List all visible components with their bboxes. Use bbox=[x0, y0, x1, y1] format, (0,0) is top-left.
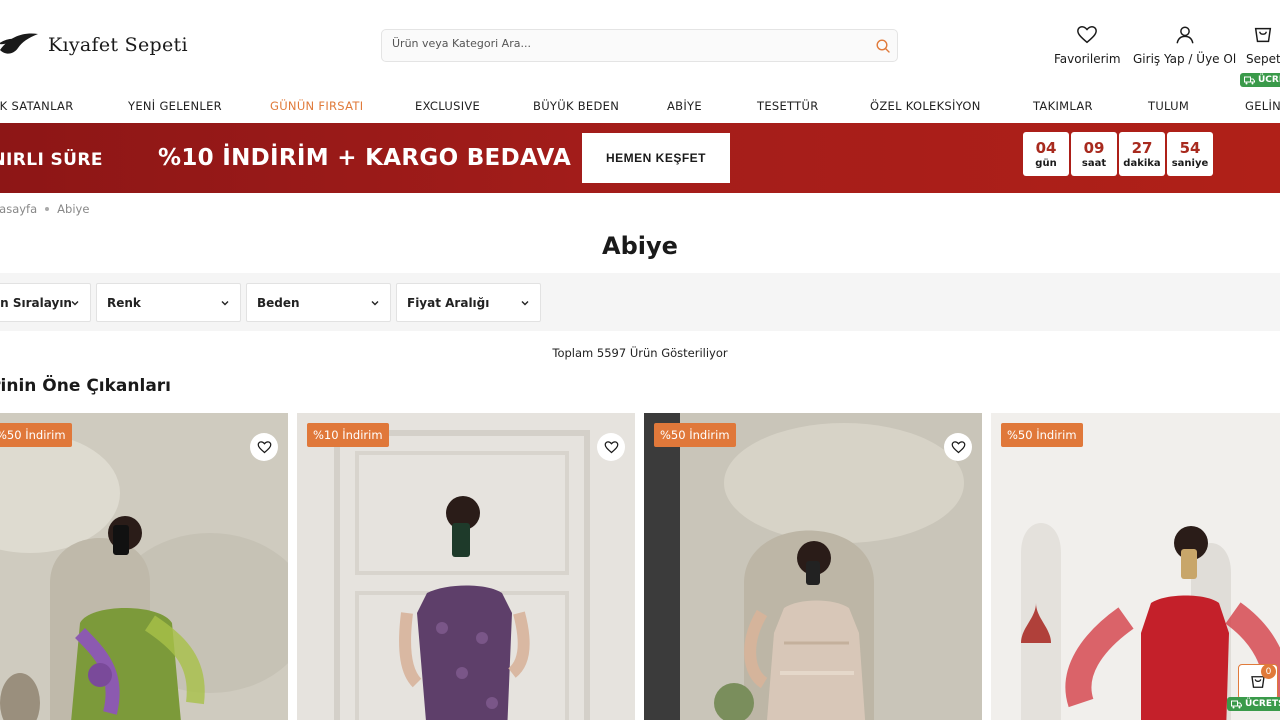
nav-item-jumpsuit[interactable]: TULUM bbox=[1148, 99, 1189, 113]
free-shipping-label: ÜCRETSİZ bbox=[1245, 699, 1280, 709]
product-card[interactable]: %10 İndirim bbox=[297, 413, 635, 720]
product-card[interactable]: %50 İndirim bbox=[644, 413, 982, 720]
brand-name: Kıyafet Sepeti bbox=[48, 34, 188, 56]
free-shipping-badge: ÜCRETSİZ bbox=[1227, 697, 1280, 711]
truck-icon bbox=[1231, 700, 1242, 708]
heart-icon bbox=[1077, 26, 1098, 44]
countdown-unit: saniye bbox=[1171, 157, 1209, 169]
login-label: Giriş Yap / Üye Ol bbox=[1133, 52, 1237, 66]
countdown-unit: dakika bbox=[1123, 157, 1161, 169]
nav-item-plus-size[interactable]: BÜYÜK BEDEN bbox=[533, 99, 619, 113]
nav-item-sets[interactable]: TAKIMLAR bbox=[1033, 99, 1093, 113]
countdown-value: 09 bbox=[1083, 138, 1105, 157]
sort-dropdown[interactable]: Önerilen Sıralayın bbox=[0, 283, 91, 322]
color-filter-label: Renk bbox=[107, 295, 141, 310]
chevron-down-icon bbox=[521, 301, 529, 306]
size-filter-dropdown[interactable]: Beden bbox=[246, 283, 391, 322]
nav-item-deal-of-day[interactable]: GÜNÜN FIRSATI bbox=[270, 99, 363, 113]
floating-cart-button[interactable]: 0 bbox=[1238, 664, 1278, 700]
add-to-favorites-button[interactable] bbox=[250, 433, 278, 461]
countdown-timer: 04 gün 09 saat 27 dakika 54 saniye bbox=[1023, 132, 1213, 176]
product-image bbox=[0, 413, 288, 720]
cart-label: Sepet bbox=[1246, 52, 1280, 66]
chevron-down-icon bbox=[71, 301, 79, 306]
countdown-seconds: 54 saniye bbox=[1167, 132, 1213, 176]
user-icon bbox=[1176, 26, 1194, 44]
main-nav: ÇOK SATANLAR YENİ GELENLER GÜNÜN FIRSATI… bbox=[0, 99, 1280, 113]
price-filter-dropdown[interactable]: Fiyat Aralığı bbox=[396, 283, 541, 322]
nav-item-wedding-dress[interactable]: GELİNLİK bbox=[1245, 99, 1280, 113]
wing-logo-icon bbox=[0, 33, 38, 54]
discount-badge: %50 İndirim bbox=[1001, 423, 1083, 447]
banner-limited-time: SINIRLI SÜRE bbox=[0, 150, 103, 170]
product-card[interactable]: %50 İndirim bbox=[991, 413, 1280, 720]
search-icon[interactable] bbox=[875, 38, 891, 54]
nav-item-modest[interactable]: TESETTÜR bbox=[757, 99, 819, 113]
cart-count-badge: 0 bbox=[1261, 664, 1276, 679]
countdown-minutes: 27 dakika bbox=[1119, 132, 1165, 176]
sort-label: Önerilen Sıralayın bbox=[0, 295, 72, 310]
breadcrumb-home[interactable]: Anasayfa bbox=[0, 202, 37, 216]
color-filter-dropdown[interactable]: Renk bbox=[96, 283, 241, 322]
login-button[interactable]: Giriş Yap / Üye Ol bbox=[1133, 24, 1236, 66]
breadcrumb: Anasayfa Abiye bbox=[0, 202, 89, 216]
heart-icon bbox=[951, 440, 965, 453]
discount-badge: %50 İndirim bbox=[0, 423, 72, 447]
page-title: Abiye bbox=[602, 232, 678, 260]
product-image bbox=[991, 413, 1280, 720]
promo-banner[interactable]: SINIRLI SÜRE %10 İNDİRİM + KARGO BEDAVA … bbox=[0, 123, 1280, 193]
discount-badge: %10 İndirim bbox=[307, 423, 389, 447]
add-to-favorites-button[interactable] bbox=[597, 433, 625, 461]
product-image bbox=[644, 413, 982, 720]
countdown-hours: 09 saat bbox=[1071, 132, 1117, 176]
chevron-down-icon bbox=[221, 301, 229, 306]
nav-item-exclusive[interactable]: EXCLUSIVE bbox=[415, 99, 480, 113]
add-to-favorites-button[interactable] bbox=[944, 433, 972, 461]
nav-item-bestsellers[interactable]: ÇOK SATANLAR bbox=[0, 99, 74, 113]
section-title: Kategorinin Öne Çıkanları bbox=[0, 376, 172, 396]
cart-button[interactable]: Sepet bbox=[1246, 24, 1280, 66]
countdown-value: 27 bbox=[1131, 138, 1153, 157]
discount-badge: %50 İndirim bbox=[654, 423, 736, 447]
size-filter-label: Beden bbox=[257, 295, 300, 310]
filter-bar: Önerilen Sıralayın Renk Beden Fiyat Aral… bbox=[0, 273, 1280, 331]
favorites-label: Favorilerim bbox=[1054, 52, 1121, 66]
product-card[interactable]: %50 İndirim bbox=[0, 413, 288, 720]
free-shipping-badge: ÜCRE bbox=[1240, 73, 1280, 87]
nav-item-new-arrivals[interactable]: YENİ GELENLER bbox=[128, 99, 222, 113]
breadcrumb-separator bbox=[45, 207, 50, 211]
free-shipping-label: ÜCRE bbox=[1258, 75, 1280, 85]
search-box[interactable] bbox=[381, 29, 898, 62]
explore-now-button[interactable]: HEMEN KEŞFET bbox=[582, 133, 730, 183]
countdown-value: 04 bbox=[1035, 138, 1057, 157]
price-filter-label: Fiyat Aralığı bbox=[407, 295, 490, 310]
countdown-unit: gün bbox=[1035, 157, 1057, 169]
chevron-down-icon bbox=[371, 301, 379, 306]
cart-icon bbox=[1255, 27, 1272, 43]
page-root: Kıyafet Sepeti Favorilerim Giriş Yap / Ü… bbox=[0, 0, 1280, 720]
countdown-days: 04 gün bbox=[1023, 132, 1069, 176]
product-image bbox=[297, 413, 635, 720]
heart-icon bbox=[257, 440, 271, 453]
truck-icon bbox=[1244, 76, 1255, 84]
favorites-button[interactable]: Favorilerim bbox=[1054, 24, 1121, 66]
total-count: Toplam 5597 Ürün Gösteriliyor bbox=[552, 346, 728, 360]
brand-logo[interactable]: Kıyafet Sepeti bbox=[0, 30, 188, 60]
countdown-value: 54 bbox=[1179, 138, 1201, 157]
countdown-unit: saat bbox=[1081, 157, 1107, 169]
banner-headline: %10 İNDİRİM + KARGO BEDAVA bbox=[158, 145, 572, 171]
nav-item-special-collection[interactable]: ÖZEL KOLEKSİYON bbox=[870, 99, 981, 113]
nav-item-evening-dress[interactable]: ABİYE bbox=[667, 99, 702, 113]
search-input[interactable] bbox=[392, 37, 862, 50]
heart-icon bbox=[604, 440, 618, 453]
breadcrumb-current: Abiye bbox=[57, 202, 90, 216]
